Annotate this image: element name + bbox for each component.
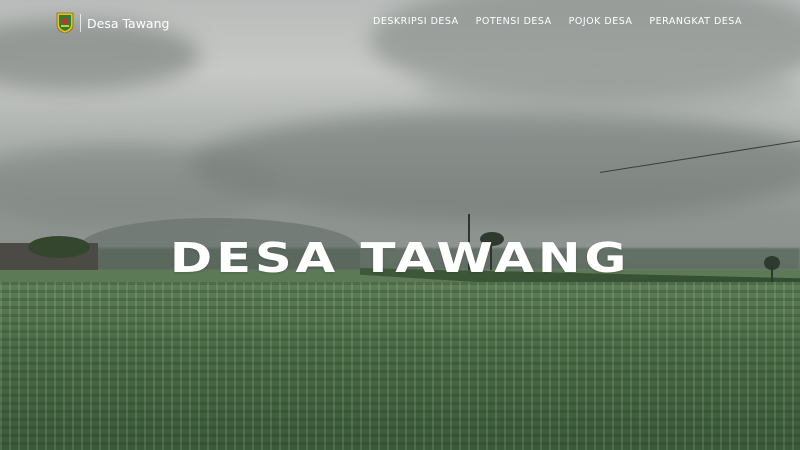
cloud xyxy=(420,60,800,120)
nav-potensi-desa[interactable]: POTENSI DESA xyxy=(476,16,552,27)
hero-section: Desa Tawang DESKRIPSI DESA POTENSI DESA … xyxy=(0,0,800,450)
top-navigation: Desa Tawang DESKRIPSI DESA POTENSI DESA … xyxy=(0,0,800,44)
cloud xyxy=(190,110,800,220)
cloud xyxy=(0,145,280,225)
nav-deskripsi-desa[interactable]: DESKRIPSI DESA xyxy=(373,16,459,27)
hero-title: DESA TAWANG xyxy=(169,234,631,283)
regency-crest-icon xyxy=(56,12,74,34)
rice-paddy-field xyxy=(0,282,800,450)
nav-pojok-desa[interactable]: POJOK DESA xyxy=(569,16,633,27)
brand-home-link[interactable]: Desa Tawang xyxy=(56,12,169,34)
main-menu: DESKRIPSI DESA POTENSI DESA POJOK DESA P… xyxy=(373,16,742,27)
site-name: Desa Tawang xyxy=(87,15,170,31)
nav-perangkat-desa[interactable]: PERANGKAT DESA xyxy=(649,16,742,27)
brand-divider xyxy=(80,14,81,32)
